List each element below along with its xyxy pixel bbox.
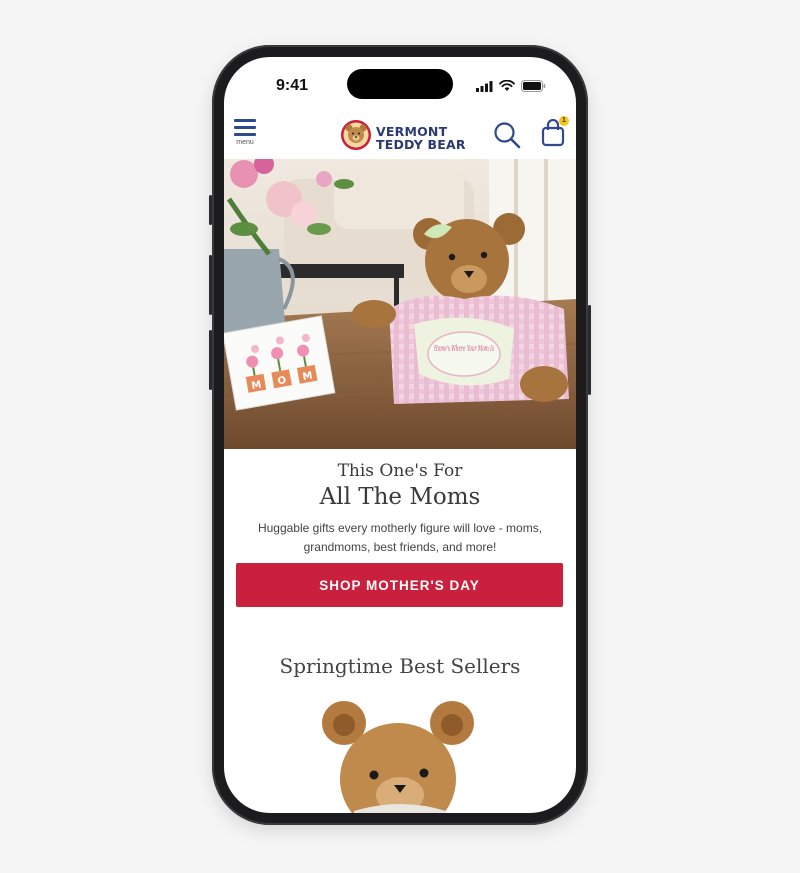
apron-text: Home's Where Your Mom Is [433,344,494,353]
dynamic-island [347,69,453,99]
site-logo[interactable]: VERMONT TEDDY BEAR [340,119,466,156]
phone-screen: 9:41 menu VERMONT TEDDY BEAR 1 M O M Hom… [224,57,576,813]
best-seller-product-image[interactable] [224,687,576,813]
hamburger-bar [234,126,256,129]
battery-icon [521,79,546,97]
best-sellers-heading: Springtime Best Sellers [279,654,521,678]
bear-logo-icon [340,119,372,156]
promo-heading-line-2: All The Moms [319,484,481,510]
menu-button[interactable]: menu [234,119,258,153]
logo-line-2: TEDDY BEAR [376,136,466,152]
wifi-icon [499,79,515,97]
status-bar: 9:41 [224,57,576,111]
hero-image[interactable]: M O M Home's Where Your Mom Is [224,159,576,449]
hamburger-menu-icon [234,119,256,122]
mute-switch [209,195,212,225]
volume-down-button [209,330,212,390]
phone-frame: 9:41 menu VERMONT TEDDY BEAR 1 M O M Hom… [209,45,591,825]
promo-heading-line-1: This One's For [337,461,463,481]
status-time: 9:41 [276,77,309,94]
search-icon [493,122,521,153]
shopping-bag-icon [541,118,565,151]
promo-description: Huggable gifts every motherly figure wil… [257,521,543,554]
cart-count-badge: 1 [559,116,569,126]
site-header: menu VERMONT TEDDY BEAR 1 [224,111,576,159]
cart-button[interactable]: 1 [541,116,569,151]
logo-line-1: VERMONT [376,123,448,139]
shop-mothers-day-button[interactable]: SHOP MOTHER'S DAY [236,563,563,607]
signal-icon [476,79,493,97]
card-letter-3: M [302,370,314,383]
card-letter-1: M [251,379,263,392]
menu-label: menu [236,139,254,146]
power-button [588,305,591,395]
search-button[interactable] [493,121,521,149]
hamburger-bar [234,133,256,136]
status-icons [476,79,546,97]
volume-up-button [209,255,212,315]
